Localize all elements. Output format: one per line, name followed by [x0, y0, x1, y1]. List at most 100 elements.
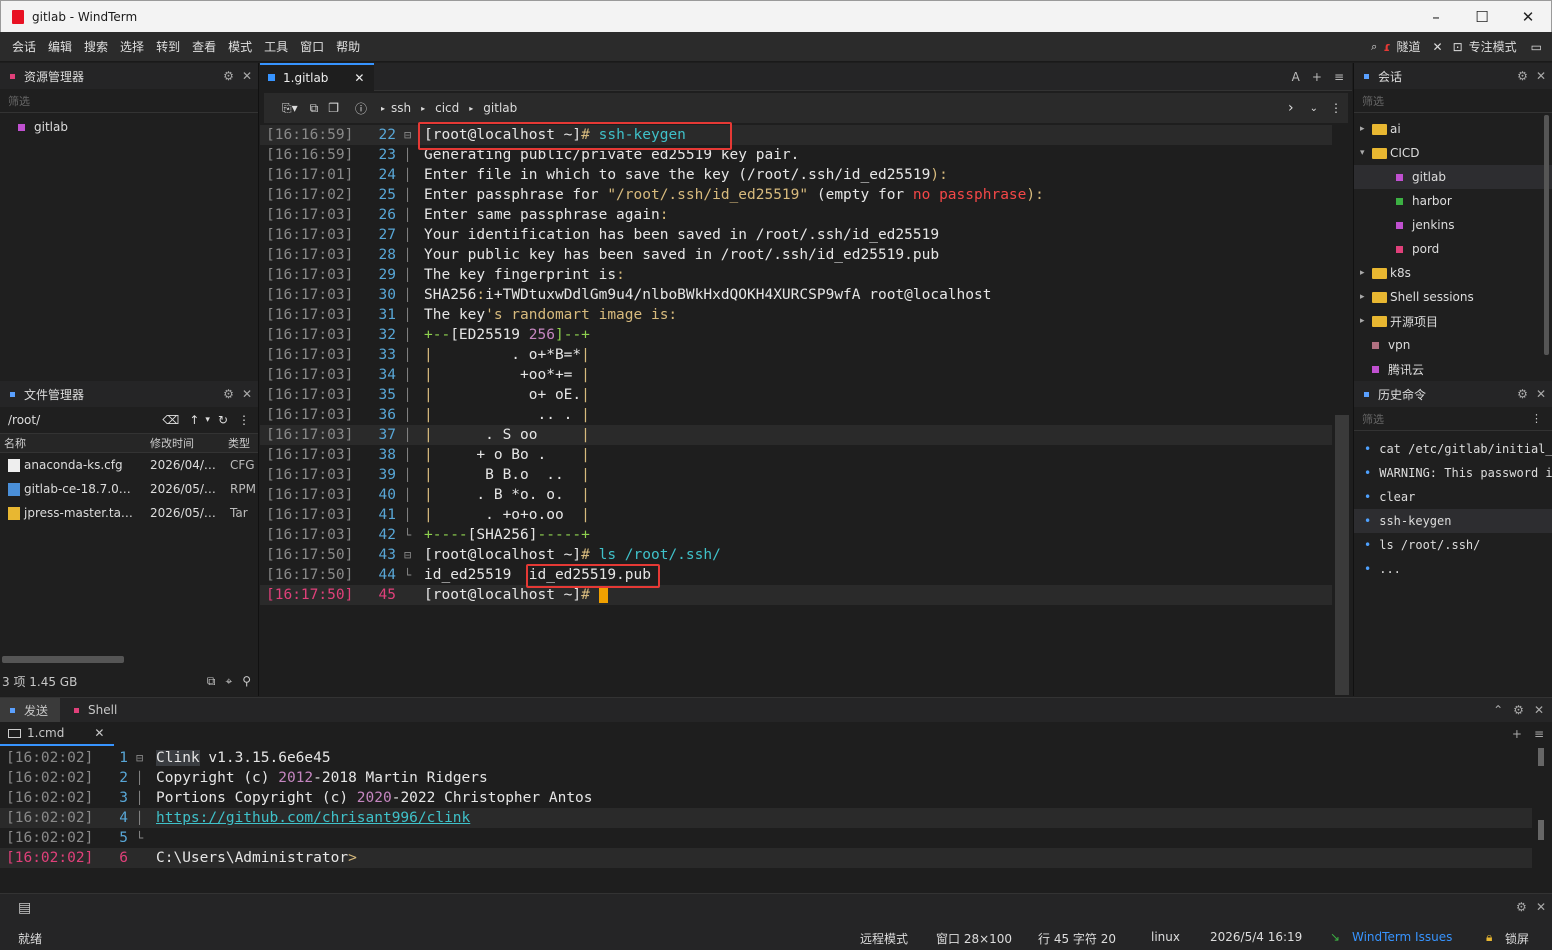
up-arrow-icon[interactable]: ↑ — [189, 413, 199, 427]
menu-view[interactable]: 查看 — [186, 38, 222, 55]
minimize-button[interactable]: – — [1413, 1, 1459, 32]
chevron-right-icon[interactable]: › — [1288, 100, 1310, 116]
breadcrumb-cicd[interactable]: cicd — [435, 101, 459, 115]
search-icon[interactable]: ⌕ — [1371, 40, 1377, 54]
focus-mode-button[interactable]: 专注模式 — [1469, 38, 1517, 55]
col-date[interactable]: 修改时间 — [150, 435, 224, 451]
session-folder[interactable]: ▸ k8s — [1354, 261, 1552, 285]
duplicate-icon[interactable]: ⧉ — [304, 101, 325, 116]
menu-goto[interactable]: 转到 — [150, 38, 186, 55]
sessions-filter-input[interactable]: 筛选 — [1354, 89, 1552, 113]
breadcrumb-gitlab[interactable]: gitlab — [483, 101, 517, 115]
history-filter-input[interactable]: 筛选 ⋮ — [1354, 407, 1552, 431]
explorer-item[interactable]: gitlab — [0, 115, 258, 139]
add-tab-icon[interactable]: + — [1512, 727, 1522, 741]
tab-send[interactable]: 发送 — [0, 698, 61, 722]
menu-select[interactable]: 选择 — [114, 38, 150, 55]
session-item[interactable]: harbor — [1354, 189, 1552, 213]
vertical-scrollbar[interactable] — [1544, 115, 1549, 355]
chevron-right-icon[interactable]: ▸ — [1360, 292, 1372, 302]
issues-link[interactable]: WindTerm Issues — [1352, 930, 1452, 944]
file-row[interactable]: jpress-master.ta… 2026/05/… Tar — [0, 501, 258, 525]
gear-icon[interactable]: ⚙ — [1517, 387, 1528, 401]
url-link[interactable]: https://github.com/chrisant996/clink — [156, 810, 470, 826]
history-item[interactable]: • clear — [1354, 485, 1552, 509]
horizontal-scrollbar[interactable] — [2, 656, 124, 663]
gear-icon[interactable]: ⚙ — [1517, 69, 1528, 83]
path-input[interactable]: /root/ — [8, 413, 162, 427]
session-item[interactable]: jenkins — [1354, 213, 1552, 237]
col-type[interactable]: 类型 — [224, 435, 250, 451]
tab-list-icon[interactable]: ≡ — [1334, 70, 1344, 84]
gear-icon[interactable]: ⚙ — [1516, 900, 1527, 914]
gear-icon[interactable]: ⚙ — [223, 387, 234, 401]
maximize-button[interactable]: ☐ — [1459, 1, 1505, 32]
file-row[interactable]: gitlab-ce-18.7.0… 2026/05/… RPM — [0, 477, 258, 501]
fold-toggle-icon[interactable]: ⊟ — [404, 548, 424, 562]
file-row[interactable]: anaconda-ks.cfg 2026/04/… CFG — [0, 453, 258, 477]
add-tab-icon[interactable]: + — [1312, 70, 1322, 84]
folder-open-icon[interactable]: ⧉ — [207, 674, 216, 689]
menu-window[interactable]: 窗口 — [294, 38, 330, 55]
menu-edit[interactable]: 编辑 — [42, 38, 78, 55]
chevron-right-icon[interactable]: ▸ — [1360, 124, 1372, 134]
terminal-output[interactable]: [16:16:59] 22 ⊟ [root@localhost ~]# ssh-key… — [260, 125, 1336, 605]
x-icon[interactable]: ✕ — [1433, 40, 1443, 54]
menu-mode[interactable]: 模式 — [222, 38, 258, 55]
chevron-right-icon[interactable]: ▸ — [1360, 268, 1372, 278]
session-folder[interactable]: ▸ 开源项目 — [1354, 309, 1552, 333]
breadcrumb-ssh[interactable]: ssh — [391, 101, 411, 115]
status-window-size[interactable]: 窗口 28×100 — [936, 930, 1012, 947]
location-pin-icon[interactable]: ⌖ — [225, 674, 232, 689]
menu-help[interactable]: 帮助 — [330, 38, 366, 55]
session-item[interactable]: gitlab — [1354, 165, 1552, 189]
session-folder[interactable]: ▾ CICD — [1354, 141, 1552, 165]
status-cursor-pos[interactable]: 行 45 字符 20 — [1038, 930, 1116, 947]
tab-shell[interactable]: Shell — [60, 703, 127, 717]
close-icon[interactable]: ✕ — [1534, 703, 1544, 717]
shell-output[interactable]: [16:02:02] 1 ⊟ Clink v1.3.15.6e6e45 [16:02:0… — [0, 748, 1540, 872]
tab-close-icon[interactable]: ✕ — [94, 726, 104, 740]
vertical-scrollbar[interactable] — [1538, 748, 1544, 766]
menu-session[interactable]: 会话 — [0, 38, 42, 55]
session-folder[interactable]: ▸ Shell sessions — [1354, 285, 1552, 309]
menu-search[interactable]: 搜索 — [78, 38, 114, 55]
more-icon[interactable]: ⋮ — [238, 413, 250, 427]
close-icon[interactable]: ✕ — [1536, 387, 1546, 401]
close-icon[interactable]: ✕ — [242, 387, 252, 401]
menu-tools[interactable]: 工具 — [258, 38, 294, 55]
history-item[interactable]: • cat /etc/gitlab/initial_root_password — [1354, 437, 1552, 461]
chevron-up-icon[interactable]: ⌃ — [1493, 703, 1503, 717]
close-icon[interactable]: ✕ — [1536, 69, 1546, 83]
close-icon[interactable]: ✕ — [242, 69, 252, 83]
clear-icon[interactable]: ⌫ — [162, 413, 179, 427]
history-item[interactable]: • ssh-keygen — [1354, 509, 1552, 533]
history-item[interactable]: • ls /root/.ssh/ — [1354, 533, 1552, 557]
more-icon[interactable]: ⋮ — [1531, 412, 1542, 425]
tab-gitlab[interactable]: 1.gitlab ✕ — [260, 62, 375, 91]
font-icon[interactable]: A — [1292, 70, 1300, 84]
chevron-right-icon[interactable]: ▸ — [1360, 316, 1372, 326]
chevron-down-icon[interactable]: ▾ — [205, 415, 210, 425]
history-item[interactable]: • WARNING: This password is — [1354, 461, 1552, 485]
tab-close-icon[interactable]: ✕ — [354, 71, 364, 85]
chevron-down-icon[interactable]: ▾ — [1360, 148, 1372, 158]
status-os[interactable]: linux — [1151, 930, 1180, 944]
explorer-filter-input[interactable]: 筛选 — [0, 89, 258, 113]
col-name[interactable]: 名称 — [0, 435, 150, 451]
info-icon[interactable]: ⓘ — [347, 100, 375, 117]
status-mode[interactable]: 远程模式 — [860, 930, 908, 947]
history-item[interactable]: •... — [1354, 557, 1552, 581]
send-icon[interactable]: ▤ — [18, 900, 31, 916]
gear-icon[interactable]: ⚙ — [223, 69, 234, 83]
vertical-scrollbar[interactable] — [1335, 415, 1349, 695]
close-button[interactable]: ✕ — [1505, 1, 1551, 32]
copy-icon[interactable]: ❐ — [324, 101, 347, 115]
session-item[interactable]: 腾讯云 — [1354, 357, 1552, 379]
location-settings-icon[interactable]: ⚲ — [242, 674, 251, 688]
chevron-down-icon[interactable]: ⌄ — [1310, 103, 1330, 114]
tab-cmd[interactable]: 1.cmd ✕ — [0, 722, 115, 746]
vertical-scrollbar-thumb[interactable] — [1538, 820, 1544, 840]
close-icon[interactable]: ✕ — [1536, 900, 1546, 914]
tab-list-icon[interactable]: ≡ — [1534, 727, 1544, 741]
